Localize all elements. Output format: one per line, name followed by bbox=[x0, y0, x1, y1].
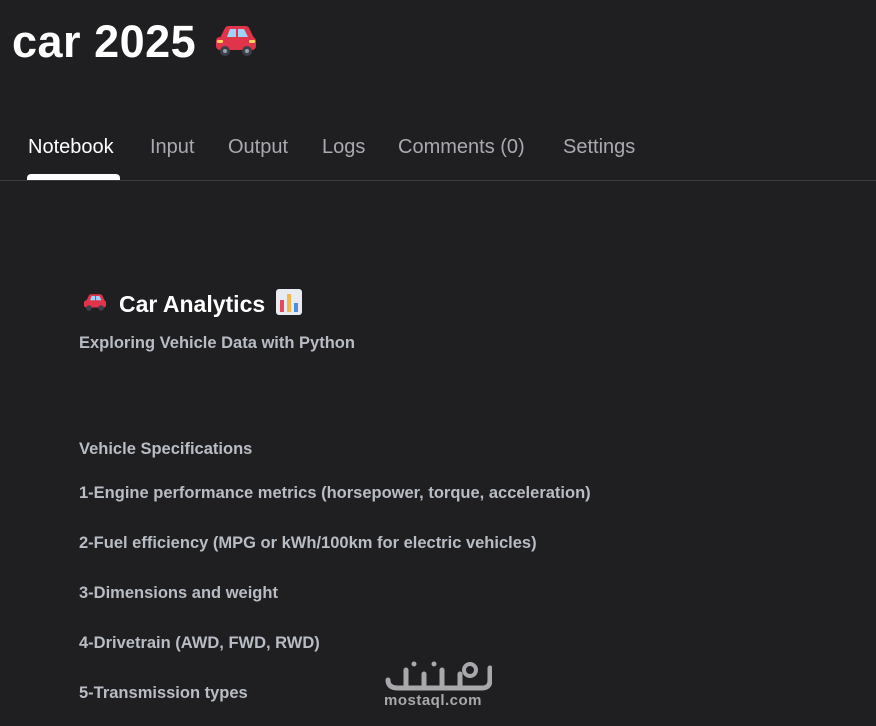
tab-bar: Notebook Input Output Logs Comments (0) … bbox=[0, 128, 876, 181]
tab-settings[interactable]: Settings bbox=[563, 136, 635, 159]
tab-input[interactable]: Input bbox=[150, 136, 194, 159]
bar-chart-icon bbox=[275, 288, 303, 321]
watermark-arabic-logo bbox=[385, 661, 493, 691]
page-title: car 2025 bbox=[12, 16, 197, 67]
tab-output[interactable]: Output bbox=[228, 136, 288, 159]
list-item: 2-Fuel efficiency (MPG or kWh/100km for … bbox=[79, 534, 537, 552]
list-item: 3-Dimensions and weight bbox=[79, 584, 278, 602]
tab-logs[interactable]: Logs bbox=[322, 136, 365, 159]
notebook-subtitle: Exploring Vehicle Data with Python bbox=[79, 334, 355, 352]
notebook-heading: Car Analytics bbox=[81, 288, 839, 320]
notebook-page: car 2025 Notebook Input Output Logs Comm… bbox=[0, 0, 876, 726]
list-item: 4-Drivetrain (AWD, FWD, RWD) bbox=[79, 634, 320, 652]
tab-comments[interactable]: Comments (0) bbox=[398, 136, 525, 159]
watermark-text: mostaql.com bbox=[384, 692, 483, 709]
active-tab-indicator bbox=[27, 174, 120, 180]
tab-notebook[interactable]: Notebook bbox=[28, 136, 114, 159]
car-icon bbox=[212, 20, 260, 65]
notebook-heading-text: Car Analytics bbox=[119, 290, 266, 317]
list-item: 1-Engine performance metrics (horsepower… bbox=[79, 484, 591, 502]
notebook-content: Car Analytics Exploring Vehicle Data wit… bbox=[79, 288, 839, 702]
watermark-logo: mostaql.com bbox=[384, 656, 494, 712]
list-item: 5-Transmission types bbox=[79, 684, 248, 702]
page-header: car 2025 bbox=[12, 12, 260, 72]
section-title: Vehicle Specifications bbox=[79, 440, 253, 458]
car-icon bbox=[81, 291, 109, 318]
